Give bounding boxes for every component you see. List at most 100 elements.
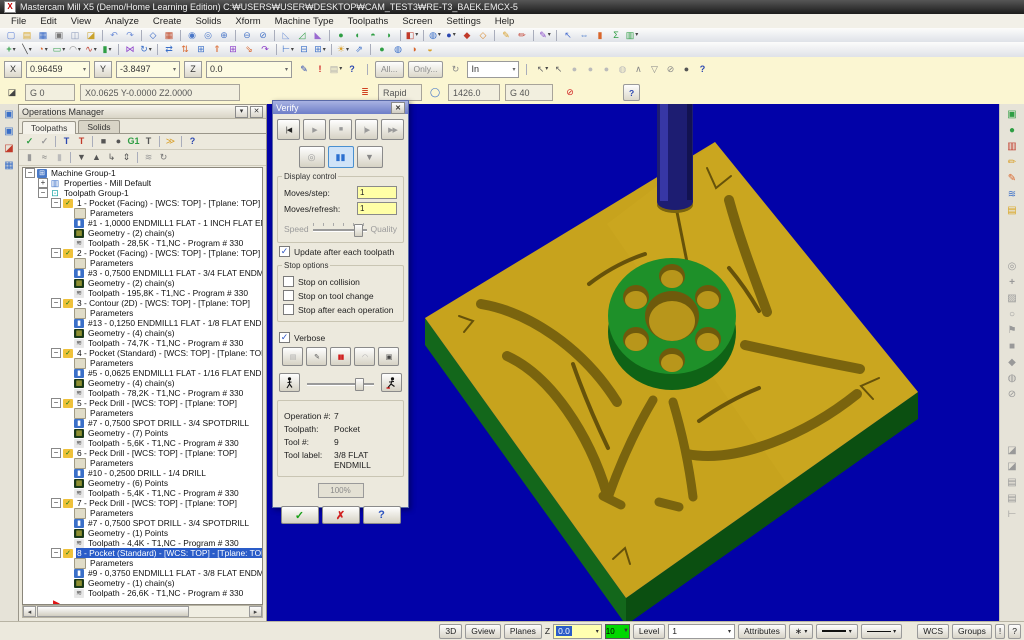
- move-down-icon[interactable]: ▼: [74, 151, 89, 164]
- tree-item[interactable]: ▦ Geometry - (6) Points: [23, 478, 262, 488]
- slider-thumb[interactable]: [353, 224, 363, 237]
- tree-item[interactable]: ≋ Toolpath - 5,4K - T1,NC - Program # 330: [23, 488, 262, 498]
- select-all-operations-icon[interactable]: ✓: [22, 135, 37, 148]
- verbose-checkbox[interactable]: ✓: [279, 332, 290, 343]
- repaint-icon[interactable]: ◿: [294, 29, 310, 42]
- autocursor-help-icon[interactable]: ?: [344, 63, 360, 76]
- level-input[interactable]: 1 ▾: [668, 623, 735, 639]
- tree-item[interactable]: ≋ Toolpath - 28,5K - T1,NC - Program # 33…: [23, 238, 262, 248]
- slow-walk-button[interactable]: [279, 373, 300, 392]
- sel-mode-3-icon[interactable]: ●: [598, 63, 614, 76]
- workpiece-button[interactable]: ▮▮: [327, 146, 354, 168]
- group-copy2-icon[interactable]: ◪: [1005, 460, 1020, 474]
- second-window-icon[interactable]: ▣: [2, 125, 17, 139]
- tree-item[interactable]: ≋ Toolpath - 26,6K - T1,NC - Program # 33…: [23, 588, 262, 598]
- tree-item[interactable]: ▦ Geometry - (2) chain(s): [23, 278, 262, 288]
- dynamic-pan-icon[interactable]: ◇: [145, 29, 161, 42]
- help-button[interactable]: ?: [362, 506, 401, 524]
- stop-button[interactable]: ■: [329, 119, 352, 140]
- sel-mode-2-icon[interactable]: ●: [582, 63, 598, 76]
- select-last-icon[interactable]: ↖ ▾: [534, 63, 550, 76]
- in-out-combo[interactable]: In ▾: [467, 60, 520, 78]
- select-window-icon[interactable]: ↖: [550, 63, 566, 76]
- level-button[interactable]: Level: [632, 623, 666, 639]
- fast-run-button[interactable]: [381, 373, 402, 392]
- gview-right-icon[interactable]: ◗: [381, 29, 397, 42]
- sel-result-icon[interactable]: ●: [678, 63, 694, 76]
- select-all-button[interactable]: All...: [375, 60, 404, 78]
- step-button[interactable]: |▶: [355, 119, 378, 140]
- z-depth-input[interactable]: 0.0 ▾: [553, 623, 602, 639]
- planes-button[interactable]: Planes: [503, 623, 542, 639]
- simulation-speed-slider[interactable]: [307, 376, 374, 391]
- shade-materials-icon[interactable]: ◒: [422, 43, 438, 56]
- unzoom-80-icon[interactable]: ⊘: [255, 29, 271, 42]
- file-properties-icon[interactable]: ◫: [67, 29, 83, 42]
- xform-rotate-icon[interactable]: ↻ ▾: [138, 43, 154, 56]
- lock-all-icon[interactable]: ▮: [52, 151, 67, 164]
- gview-cube-icon[interactable]: ▣: [1005, 108, 1020, 122]
- menu-item-machine-type[interactable]: Machine Type: [268, 16, 341, 27]
- machine-cube-icon[interactable]: ◪: [4, 86, 20, 99]
- tree-horizontal-scrollbar[interactable]: ◂ ▸: [22, 605, 263, 618]
- tree-item[interactable]: ▮ #13 - 0,1250 ENDMILL1 FLAT - 1/8 FLAT E…: [23, 318, 262, 328]
- tree-item[interactable]: Parameters: [23, 407, 262, 419]
- sel-poly-icon[interactable]: ◍: [614, 63, 630, 76]
- tree-item[interactable]: Parameters: [23, 257, 262, 269]
- coolant-icon[interactable]: ⊘: [562, 86, 578, 99]
- 3d-button[interactable]: 3D: [439, 623, 463, 639]
- point-style-dropdown[interactable]: ∗ ▾: [788, 623, 814, 639]
- selection-help-icon[interactable]: ?: [694, 63, 710, 76]
- tree-item[interactable]: ▶: [23, 598, 262, 605]
- create-line-icon[interactable]: ╲ ▾: [19, 43, 35, 56]
- xform-offset-icon[interactable]: ⊞: [193, 43, 209, 56]
- measure-icon[interactable]: ⇗: [351, 43, 367, 56]
- capture-icon[interactable]: ◪: [2, 142, 17, 156]
- tree-item[interactable]: ▮ #3 - 0,7500 ENDMILL1 FLAT - 3/4 FLAT EN…: [23, 268, 262, 278]
- regen-dirty-icon[interactable]: T: [74, 135, 89, 148]
- x-coordinate-button[interactable]: X: [4, 60, 22, 78]
- compare-stock-button[interactable]: ▤: [282, 347, 303, 366]
- section-view-icon[interactable]: ▥: [1005, 140, 1020, 154]
- warning-button[interactable]: !: [994, 623, 1006, 639]
- groups-button[interactable]: Groups: [952, 623, 992, 639]
- tree-expander[interactable]: −: [51, 498, 61, 508]
- gview-button[interactable]: Gview: [465, 623, 501, 639]
- unselect-all-icon[interactable]: ✓: [37, 135, 52, 148]
- tree-item[interactable]: − ✓ 6 - Peck Drill - [WCS: TOP] - [Tplane:…: [23, 448, 262, 458]
- no-entry-icon[interactable]: ⊘: [1005, 388, 1020, 402]
- tree-item[interactable]: Parameters: [23, 457, 262, 469]
- panel-close-button[interactable]: ✕: [250, 105, 263, 118]
- speed-quality-slider[interactable]: [312, 222, 367, 237]
- sel-invert-icon[interactable]: ⊘: [662, 63, 678, 76]
- tree-item[interactable]: ≋ Toolpath - 195,8K - T1,NC - Program # 3…: [23, 288, 262, 298]
- ops-options-icon[interactable]: ↻: [156, 151, 171, 164]
- insert-position-arrow-icon[interactable]: ▶: [53, 598, 60, 605]
- menu-item-analyze[interactable]: Analyze: [98, 16, 146, 27]
- tree-expander[interactable]: −: [51, 398, 61, 408]
- polygon-icon[interactable]: ◆: [1005, 356, 1020, 370]
- update-after-toolpath-checkbox[interactable]: ✓: [279, 246, 290, 257]
- tree-item[interactable]: ▮ #1 - 1,0000 ENDMILL1 FLAT - 1 INCH FLAT…: [23, 218, 262, 228]
- lock-icon[interactable]: ▮: [22, 151, 37, 164]
- sketcher-pencil-icon[interactable]: ✎: [498, 29, 514, 42]
- autocursor-warn-icon[interactable]: !: [312, 63, 328, 76]
- shaded-sphere-icon[interactable]: ●: [1005, 124, 1020, 138]
- tree-expander[interactable]: −: [51, 248, 61, 258]
- panel-menu-button[interactable]: ▾: [235, 105, 248, 118]
- tree-item[interactable]: ≋ Toolpath - 4,4K - T1,NC - Program # 330: [23, 538, 262, 548]
- scroll-left-arrow-icon[interactable]: ◂: [23, 606, 36, 617]
- tab-solids[interactable]: Solids: [78, 120, 120, 133]
- tree-item[interactable]: ▮ #7 - 0,7500 SPOT DRILL - 3/4 SPOTDRILL: [23, 518, 262, 528]
- chart-button[interactable]: ▮▮: [330, 347, 351, 366]
- tree-item[interactable]: ▦ Geometry - (4) chain(s): [23, 328, 262, 338]
- zoom-in-icon[interactable]: ⊕: [216, 29, 232, 42]
- tree-item[interactable]: − ⊡ Toolpath Group-1: [23, 188, 262, 198]
- slider-thumb[interactable]: [355, 377, 365, 391]
- xform-translate3d-icon[interactable]: ⇅: [177, 43, 193, 56]
- tab-toolpaths[interactable]: Toolpaths: [22, 121, 77, 134]
- play-button[interactable]: ▶: [303, 119, 326, 140]
- tree-item[interactable]: ▮ #10 - 0,2500 DRILL - 1/4 DRILL: [23, 468, 262, 478]
- stop-on-collision-checkbox[interactable]: [283, 276, 294, 287]
- tree-item[interactable]: − ✓ 7 - Peck Drill - [WCS: TOP] - [Tplane:…: [23, 498, 262, 508]
